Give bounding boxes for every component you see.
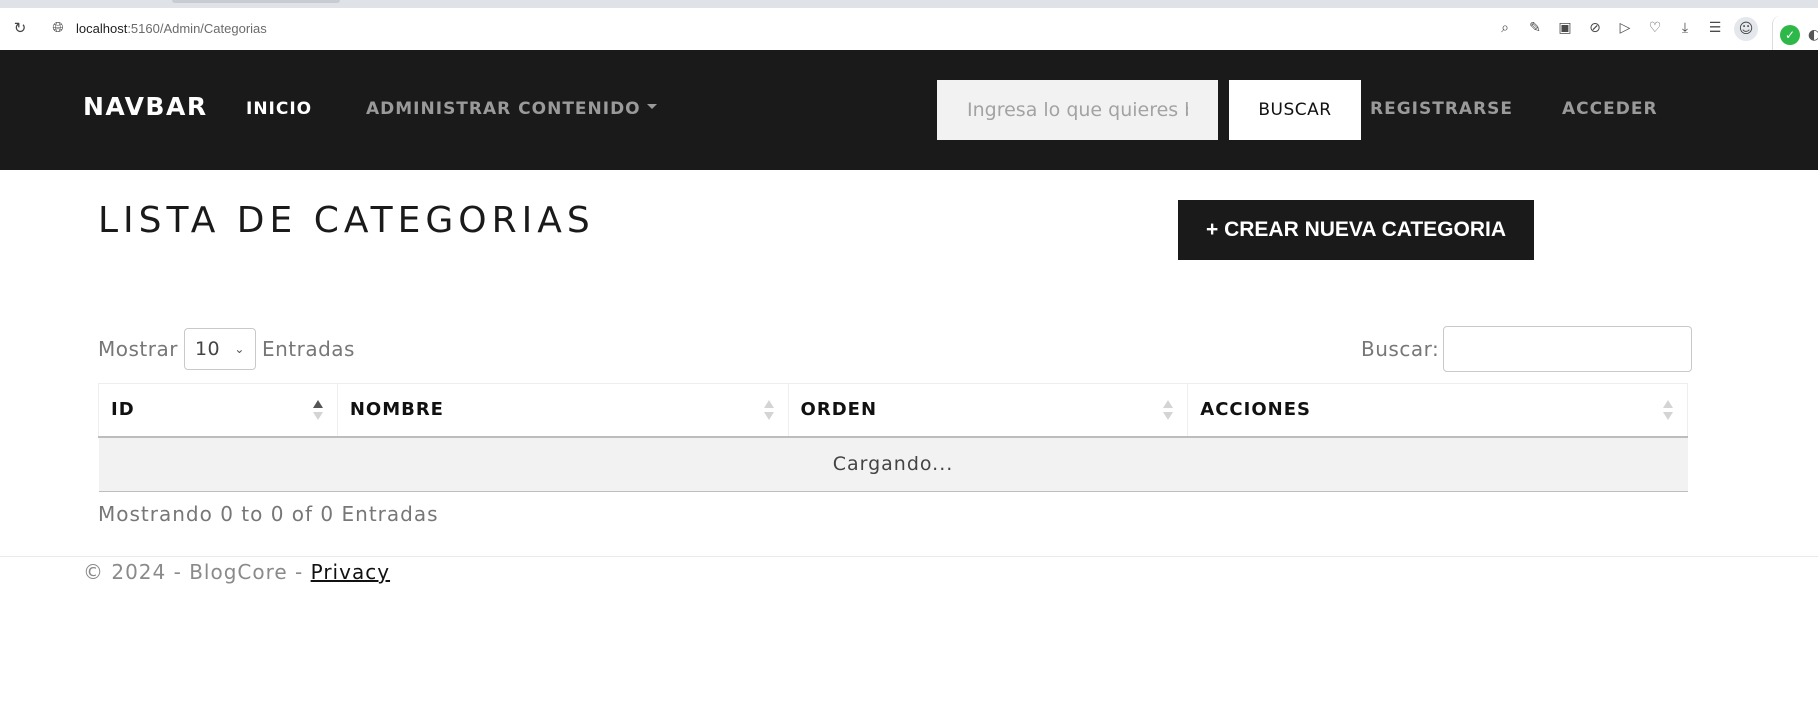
create-category-button[interactable]: + CREAR NUEVA CATEGORIA (1178, 200, 1534, 260)
nav-dropdown-label: ADMINISTRAR CONTENIDO (366, 99, 641, 119)
site-navbar: NAVBAR INICIO ADMINISTRAR CONTENIDO BUSC… (0, 50, 1818, 170)
download-icon[interactable]: ⤓ (1674, 17, 1696, 39)
browser-address-bar: ↻ 🌐︎ localhost:5160/Admin/Categorias ⌕ ✎… (0, 8, 1818, 54)
sort-icon (1163, 400, 1174, 420)
browser-toolbar: ⌕ ✎ ▣ ⊘ ▷ ♡ ⤓ ☰ ☺ (1494, 17, 1758, 41)
filter-label: Buscar: (1361, 337, 1440, 361)
nav-link-inicio[interactable]: INICIO (246, 98, 312, 120)
page-title: LISTA DE CATEGORIAS (98, 200, 595, 241)
show-label: Mostrar (98, 337, 178, 361)
nav-link-acceder[interactable]: ACCEDER (1562, 98, 1658, 120)
sort-icon (763, 400, 774, 420)
privacy-link[interactable]: Privacy (311, 560, 390, 584)
active-tab-indicator[interactable] (172, 0, 340, 3)
loading-message: Cargando... (98, 436, 1688, 492)
column-label: ID (111, 399, 135, 421)
table-info: Mostrando 0 to 0 of 0 Entradas (98, 502, 439, 526)
page-length-select[interactable]: 10 ⌄ (183, 328, 256, 370)
column-label: NOMBRE (349, 399, 444, 421)
reload-icon[interactable]: ↻ (10, 18, 30, 38)
extension-icon[interactable]: ◐ (1808, 25, 1818, 45)
check-icon[interactable]: ✓ (1780, 25, 1800, 45)
column-header-orden[interactable]: ORDEN (788, 383, 1189, 438)
footer-text: © 2024 - BlogCore - (83, 560, 311, 584)
page-length-value: 10 (194, 338, 221, 360)
column-header-acciones[interactable]: ACCIONES (1187, 383, 1688, 438)
caret-down-icon (646, 103, 657, 109)
url-field[interactable]: localhost:5160/Admin/Categorias (76, 20, 267, 38)
table-filter: Buscar: (1361, 326, 1693, 372)
column-label: ORDEN (800, 399, 878, 421)
page-footer: © 2024 - BlogCore - Privacy (83, 560, 390, 584)
search-button[interactable]: BUSCAR (1229, 80, 1361, 140)
site-info-icon[interactable]: 🌐︎ (48, 18, 68, 38)
navbar-brand[interactable]: NAVBAR (83, 92, 208, 122)
menu-icon[interactable]: ☰ (1704, 17, 1726, 39)
entries-label: Entradas (261, 337, 355, 361)
zoom-icon[interactable]: ⌕ (1494, 17, 1516, 39)
column-header-id[interactable]: ID (98, 383, 338, 438)
sort-icon (312, 400, 323, 420)
column-header-nombre[interactable]: NOMBRE (337, 383, 789, 438)
table-header-row: ID NOMBRE ORDEN ACCIONES (98, 383, 1688, 438)
heart-icon[interactable]: ♡ (1644, 17, 1666, 39)
edit-icon[interactable]: ✎ (1524, 17, 1546, 39)
page-length-control: Mostrar 10 ⌄ Entradas (98, 328, 355, 370)
filter-input[interactable] (1443, 326, 1693, 372)
shield-icon[interactable]: ⊘ (1584, 17, 1606, 39)
search-input[interactable] (937, 80, 1218, 140)
camera-icon[interactable]: ▣ (1554, 17, 1576, 39)
column-label: ACCIONES (1200, 399, 1311, 421)
browser-tab-strip (0, 0, 1818, 8)
table-row: Cargando... (98, 436, 1688, 492)
profile-icon[interactable]: ☺ (1734, 17, 1758, 41)
url-host: localhost (76, 21, 128, 36)
nav-link-registrarse[interactable]: REGISTRARSE (1370, 98, 1513, 120)
url-path: :5160/Admin/Categorias (127, 21, 267, 36)
footer-divider (0, 556, 1818, 557)
send-icon[interactable]: ▷ (1614, 17, 1636, 39)
nav-dropdown-administrar[interactable]: ADMINISTRAR CONTENIDO (366, 98, 657, 120)
categories-table: ID NOMBRE ORDEN ACCIONES Cargando... (98, 383, 1688, 492)
sort-icon (1663, 400, 1673, 420)
chevron-down-icon: ⌄ (234, 342, 245, 356)
